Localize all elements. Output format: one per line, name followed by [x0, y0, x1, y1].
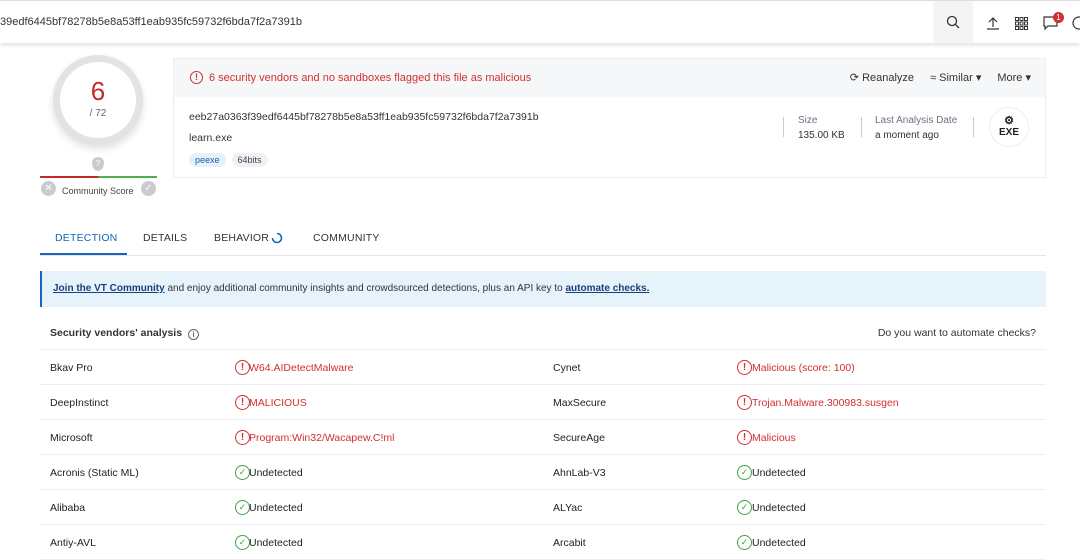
- check-icon: ✓: [737, 535, 752, 550]
- search-icon: [946, 15, 960, 29]
- tag-peexe[interactable]: peexe: [189, 153, 226, 167]
- table-row: Acronis (Static ML) ✓ Undetected AhnLab-V3 ✓…: [40, 455, 1046, 490]
- file-type-icon: ⚙ EXE: [989, 107, 1029, 147]
- tab-details[interactable]: DETAILS: [143, 232, 187, 244]
- detection-count: 6: [90, 76, 106, 106]
- detection-result: Malicious: [752, 432, 796, 444]
- table-row: Alibaba ✓ Undetected ALYac ✓ Undetected: [40, 490, 1046, 525]
- alert-icon: !: [235, 430, 250, 445]
- tab-community[interactable]: COMMUNITY: [313, 232, 380, 244]
- alert-text: 6 security vendors and no sandboxes flag…: [209, 71, 532, 84]
- check-icon: ✓: [235, 465, 250, 480]
- table-row: Microsoft! Program:Win32/Wacapew.C!ml Secu…: [40, 420, 1046, 455]
- search-input[interactable]: 39edf6445bf78278b5e8a53ff1eab935fc59732f…: [0, 16, 302, 28]
- detection-result: Undetected: [752, 502, 806, 514]
- vendor-name: Acronis (Static ML): [50, 467, 139, 479]
- vendor-name: DeepInstinct: [50, 397, 109, 409]
- detection-result: Undetected: [249, 502, 303, 514]
- vendor-name: SecureAge: [553, 432, 605, 444]
- check-icon: ✓: [737, 465, 752, 480]
- detection-result: MALICIOUS: [249, 397, 307, 409]
- similar-icon: ≈: [930, 72, 940, 84]
- detection-result: Undetected: [752, 467, 806, 479]
- automate-checks-prompt[interactable]: Do you want to automate checks?: [878, 327, 1036, 339]
- alert-icon: !: [737, 430, 752, 445]
- vendors-table: Bkav Pro! W64.AIDetectMalware Cynet! Malici…: [40, 349, 1046, 560]
- detection-result: Undetected: [752, 537, 806, 549]
- vendor-name: Alibaba: [50, 502, 86, 514]
- check-icon: ✓: [737, 500, 752, 515]
- divider: [861, 117, 862, 137]
- loading-spinner-icon: [271, 232, 283, 244]
- history-icon[interactable]: [1071, 15, 1080, 31]
- detection-result: Trojan.Malware.300983.susgen: [752, 397, 899, 409]
- community-score-label: Community Score: [62, 186, 134, 196]
- check-icon: ✓: [235, 535, 250, 550]
- detection-result: Program:Win32/Wacapew.C!ml: [249, 432, 395, 444]
- file-summary-card: ! 6 security vendors and no sandboxes fla…: [173, 58, 1046, 178]
- vote-harmless-icon[interactable]: ✓: [141, 181, 156, 196]
- alert-icon: !: [737, 360, 752, 375]
- tab-behavior[interactable]: BEHAVIOR: [214, 232, 269, 244]
- table-row: Antiy-AVL ✓ Undetected Arcabit ✓ Undetected: [40, 525, 1046, 560]
- active-tab-indicator: [40, 253, 127, 255]
- alert-icon: !: [235, 360, 250, 375]
- banner-text: and enjoy additional community insights …: [164, 283, 566, 294]
- similar-button[interactable]: ≈ Similar ▾: [930, 71, 981, 84]
- divider: [783, 117, 784, 137]
- detection-result: Undetected: [249, 467, 303, 479]
- section-title: Security vendors' analysis i: [50, 327, 200, 340]
- community-marker-icon: ?: [92, 157, 104, 171]
- alert-icon: !: [190, 71, 203, 84]
- malicious-alert: ! 6 security vendors and no sandboxes fla…: [190, 71, 531, 84]
- vendor-name: Cynet: [553, 362, 581, 374]
- upload-icon[interactable]: [985, 15, 1001, 31]
- tag-64bits[interactable]: 64bits: [231, 153, 268, 167]
- caret-down-icon: ▾: [972, 72, 982, 84]
- search-button[interactable]: [933, 1, 973, 43]
- size-value: 135.00 KB: [798, 130, 845, 141]
- community-score-bar: [40, 176, 157, 178]
- detection-total: / 72: [89, 108, 107, 119]
- detection-result: Undetected: [249, 537, 303, 549]
- file-hash[interactable]: eeb27a0363f39edf6445bf78278b5e8a53ff1eab…: [189, 111, 539, 123]
- vendor-name: Antiy-AVL: [50, 537, 96, 549]
- divider: [973, 117, 974, 137]
- top-bar: 39edf6445bf78278b5e8a53ff1eab935fc59732f…: [0, 0, 1080, 43]
- vendor-name: Bkav Pro: [50, 362, 93, 374]
- reanalyze-button[interactable]: ⟳ Reanalyze: [850, 71, 914, 84]
- vendor-name: ALYac: [553, 502, 583, 514]
- automate-checks-link[interactable]: automate checks.: [565, 283, 649, 294]
- reanalyze-icon: ⟳: [849, 72, 863, 84]
- size-label: Size: [798, 115, 818, 126]
- notification-badge: 1: [1053, 12, 1064, 23]
- last-analysis-label: Last Analysis Date: [875, 115, 958, 126]
- caret-down-icon: ▾: [1022, 72, 1031, 84]
- detection-result: Malicious (score: 100): [752, 362, 855, 374]
- more-button[interactable]: More ▾: [997, 71, 1031, 84]
- vendor-name: Arcabit: [553, 537, 586, 549]
- vendor-name: Microsoft: [50, 432, 93, 444]
- community-banner: Join the VT Community and enjoy addition…: [40, 271, 1046, 307]
- check-icon: ✓: [235, 500, 250, 515]
- vendor-name: MaxSecure: [553, 397, 607, 409]
- detection-score: 6 / 72: [60, 62, 136, 138]
- detection-result: W64.AIDetectMalware: [249, 362, 354, 374]
- last-analysis-value: a moment ago: [875, 130, 939, 141]
- apps-grid-icon[interactable]: [1013, 15, 1029, 31]
- vendor-name: AhnLab-V3: [553, 467, 606, 479]
- alert-icon: !: [235, 395, 250, 410]
- tab-bar: DETECTION DETAILS BEHAVIOR COMMUNITY: [40, 230, 1046, 256]
- alert-icon: !: [737, 395, 752, 410]
- info-icon[interactable]: i: [188, 329, 200, 340]
- file-name: learn.exe: [189, 132, 233, 144]
- table-row: Bkav Pro! W64.AIDetectMalware Cynet! Malici…: [40, 350, 1046, 385]
- tab-detection[interactable]: DETECTION: [55, 232, 117, 244]
- join-community-link[interactable]: Join the VT Community: [53, 283, 165, 294]
- table-row: DeepInstinct! MALICIOUS MaxSecure! Trojan.M…: [40, 385, 1046, 420]
- vote-malicious-icon[interactable]: ✕: [41, 181, 56, 196]
